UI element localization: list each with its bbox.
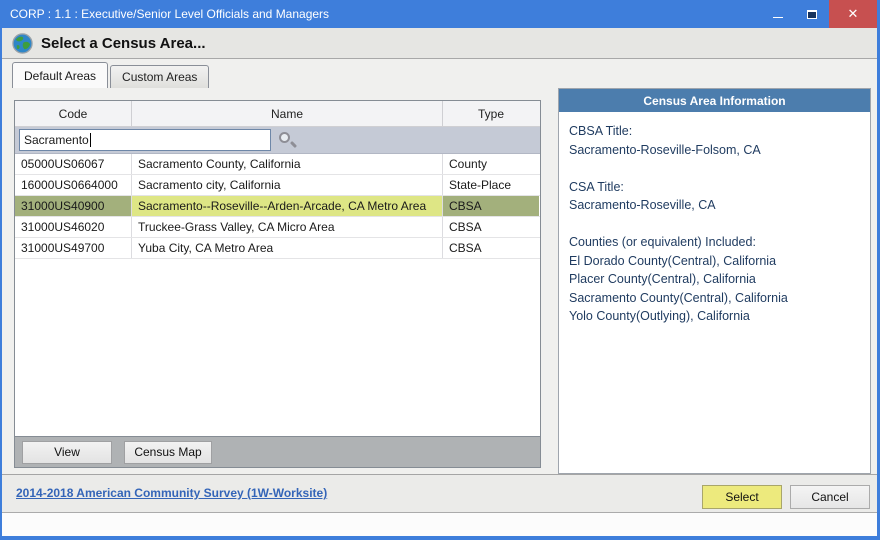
census-area-grid-panel: Code Name Type Sacramento 05000US06067 S… bbox=[14, 100, 541, 468]
tab-default-areas[interactable]: Default Areas bbox=[12, 62, 109, 88]
maximize-icon bbox=[807, 9, 817, 19]
info-line: Sacramento County(Central), California bbox=[569, 290, 788, 305]
info-line: Sacramento-Roseville-Folsom, CA bbox=[569, 142, 761, 157]
search-input-value: Sacramento bbox=[24, 133, 89, 147]
status-bar bbox=[2, 512, 877, 536]
table-row[interactable]: 05000US06067 Sacramento County, Californ… bbox=[15, 154, 540, 175]
search-icon[interactable] bbox=[277, 130, 298, 150]
column-header-code[interactable]: Code bbox=[15, 101, 132, 126]
table-row-selected[interactable]: 31000US40900 Sacramento--Roseville--Arde… bbox=[15, 196, 540, 217]
cell-code: 31000US40900 bbox=[15, 196, 132, 216]
text-caret bbox=[89, 133, 91, 147]
info-line: El Dorado County(Central), California bbox=[569, 253, 777, 268]
globe-icon bbox=[12, 32, 33, 54]
cell-type: State-Place bbox=[449, 178, 512, 192]
window-title: CORP : 1.1 : Executive/Senior Level Offi… bbox=[10, 7, 330, 21]
table-header-row: Code Name Type bbox=[15, 101, 540, 127]
info-line: Yolo County(Outlying), California bbox=[569, 309, 750, 323]
cell-type: CBSA bbox=[449, 220, 482, 234]
tab-label: Default Areas bbox=[24, 68, 97, 83]
title-bar: CORP : 1.1 : Executive/Senior Level Offi… bbox=[2, 0, 877, 28]
cell-type: CBSA bbox=[443, 196, 539, 216]
cell-name: Yuba City, CA Metro Area bbox=[132, 238, 443, 258]
cell-type: CBSA bbox=[449, 241, 482, 255]
dialog-header: Select a Census Area... bbox=[2, 28, 877, 59]
info-line bbox=[569, 215, 860, 234]
table-body: 05000US06067 Sacramento County, Californ… bbox=[15, 154, 540, 259]
select-button[interactable]: Select bbox=[702, 485, 782, 509]
info-line: Counties (or equivalent) Included: bbox=[569, 235, 756, 249]
census-area-information-panel: Census Area Information CBSA Title: Sacr… bbox=[558, 88, 871, 474]
cell-name: Truckee-Grass Valley, CA Micro Area bbox=[132, 217, 443, 237]
cell-name: Sacramento city, California bbox=[132, 175, 443, 195]
tab-strip: Default Areas Custom Areas bbox=[12, 62, 210, 88]
cell-code: 31000US46020 bbox=[15, 217, 132, 237]
dialog-window: CORP : 1.1 : Executive/Senior Level Offi… bbox=[0, 0, 880, 540]
cell-code: 31000US49700 bbox=[15, 238, 132, 258]
cell-name: Sacramento--Roseville--Arden-Arcade, CA … bbox=[132, 196, 443, 216]
close-icon: ✕ bbox=[847, 6, 859, 21]
survey-link[interactable]: 2014-2018 American Community Survey (1W-… bbox=[16, 486, 327, 500]
info-panel-body: CBSA Title: Sacramento-Roseville-Folsom,… bbox=[559, 112, 870, 326]
close-button[interactable]: ✕ bbox=[829, 0, 877, 28]
search-input[interactable]: Sacramento bbox=[19, 129, 271, 151]
tab-label: Custom Areas bbox=[122, 70, 198, 84]
table-row[interactable]: 31000US49700 Yuba City, CA Metro Area CB… bbox=[15, 238, 540, 259]
info-line: CSA Title: bbox=[569, 179, 624, 194]
minimize-button[interactable] bbox=[761, 0, 795, 28]
census-map-button[interactable]: Census Map bbox=[124, 440, 212, 464]
info-panel-title: Census Area Information bbox=[559, 89, 870, 112]
table-row[interactable]: 31000US46020 Truckee-Grass Valley, CA Mi… bbox=[15, 217, 540, 238]
table-row[interactable]: 16000US0664000 Sacramento city, Californ… bbox=[15, 175, 540, 196]
cell-name: Sacramento County, California bbox=[132, 154, 443, 174]
cell-code: 16000US0664000 bbox=[15, 175, 132, 195]
minimize-icon bbox=[773, 16, 783, 18]
tab-custom-areas[interactable]: Custom Areas bbox=[110, 65, 210, 88]
cancel-button[interactable]: Cancel bbox=[790, 485, 870, 509]
table-footer-bar: View Census Map bbox=[14, 437, 541, 468]
info-line bbox=[569, 159, 860, 178]
cell-type: County bbox=[449, 157, 488, 171]
dialog-footer: 2014-2018 American Community Survey (1W-… bbox=[2, 474, 877, 512]
column-header-name[interactable]: Name bbox=[132, 101, 443, 126]
column-header-type[interactable]: Type bbox=[443, 101, 539, 126]
info-line: Placer County(Central), California bbox=[569, 272, 756, 286]
cell-code: 05000US06067 bbox=[15, 154, 132, 174]
window-controls: ✕ bbox=[761, 0, 877, 28]
page-title: Select a Census Area... bbox=[41, 34, 206, 52]
view-button[interactable]: View bbox=[22, 440, 112, 464]
maximize-button[interactable] bbox=[795, 0, 829, 28]
info-line: CBSA Title: bbox=[569, 124, 633, 138]
table-filter-row: Sacramento bbox=[15, 127, 540, 154]
info-line: Sacramento-Roseville, CA bbox=[569, 198, 716, 212]
census-area-table: Code Name Type Sacramento 05000US06067 S… bbox=[14, 100, 541, 437]
